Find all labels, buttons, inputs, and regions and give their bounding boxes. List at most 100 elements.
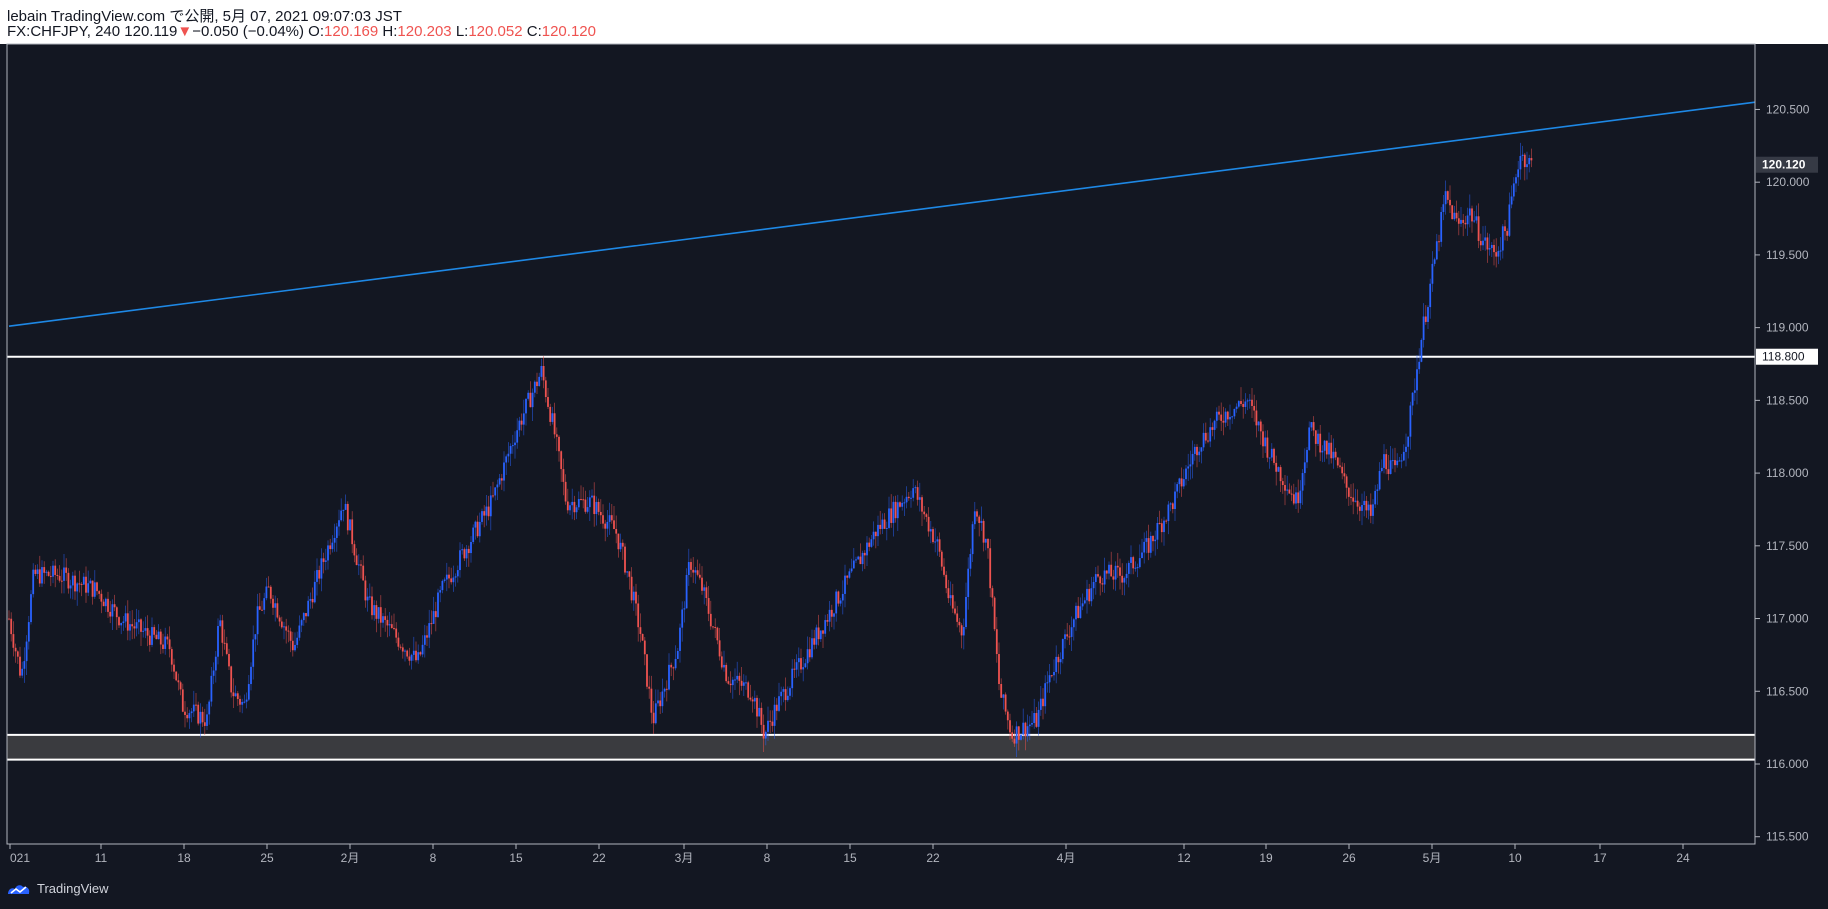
candle-body <box>538 376 541 387</box>
candle-body <box>767 720 769 732</box>
candle-body <box>184 711 186 715</box>
candle-body <box>641 633 644 641</box>
candle-body <box>1493 244 1495 253</box>
candle-body <box>344 503 347 510</box>
candle-body <box>1453 212 1456 220</box>
candle-body <box>186 714 189 719</box>
candle-body <box>1114 565 1117 580</box>
candle-body <box>819 630 822 640</box>
tradingview-logo-icon <box>8 884 30 894</box>
candle-body <box>335 526 338 538</box>
candle-body <box>969 554 972 569</box>
candle-body <box>958 621 961 626</box>
candle-body <box>646 654 648 687</box>
candle-body <box>1460 219 1462 224</box>
candle-body <box>1308 427 1311 450</box>
candle-body <box>474 521 477 528</box>
price-chart[interactable]: 115.500 116.000 116.500 117.000 117.500 118.0… <box>0 0 1828 909</box>
candle-body <box>324 560 327 562</box>
candle-body <box>679 627 681 651</box>
candle-body <box>1268 457 1271 459</box>
candle-body <box>190 711 193 714</box>
candle-body <box>989 548 992 589</box>
candle-body <box>159 631 162 645</box>
candle-body <box>916 487 919 500</box>
candle-body <box>628 571 631 577</box>
candle-body <box>338 520 340 527</box>
candle-body <box>250 666 252 685</box>
candle-body <box>982 520 985 543</box>
candle-body <box>1383 454 1385 468</box>
y-tick-label: 120.500 <box>1766 102 1810 116</box>
candle-body <box>1495 252 1498 257</box>
candle-body <box>1191 453 1194 465</box>
candle-body <box>448 574 450 579</box>
candle-body <box>223 642 226 644</box>
candle-body <box>751 699 754 702</box>
candle-body <box>571 501 574 506</box>
candle-body <box>804 663 807 668</box>
candle-body <box>1020 734 1022 740</box>
candle-body <box>1319 433 1322 453</box>
candle-body <box>1033 713 1036 724</box>
candle-body <box>1028 724 1031 727</box>
candle-body <box>38 569 41 584</box>
x-tick-label: 22 <box>926 851 940 865</box>
candle-body <box>342 509 345 511</box>
candle-body <box>144 628 147 631</box>
candle-body <box>258 606 261 610</box>
candle-body <box>910 497 912 499</box>
candle-body <box>298 625 301 638</box>
candle-body <box>861 552 864 565</box>
candle-body <box>74 575 76 592</box>
candle-body <box>14 647 17 652</box>
candle-body <box>888 508 890 528</box>
candle-body <box>212 670 215 676</box>
candle-body <box>1244 401 1247 407</box>
candle-body <box>815 627 818 645</box>
candle-body <box>595 501 598 515</box>
x-tick-label: 4月 <box>1057 851 1076 865</box>
candle-body <box>892 501 895 523</box>
candle-body <box>1057 656 1060 663</box>
candle-body <box>1075 605 1077 620</box>
candle-body <box>540 365 543 377</box>
candle-body <box>912 488 915 498</box>
candle-body <box>835 591 838 614</box>
candle-body <box>296 637 299 645</box>
candle-body <box>364 580 367 601</box>
candle-body <box>507 453 510 457</box>
candle-body <box>307 600 310 617</box>
candle-body <box>709 613 712 627</box>
candle-body <box>1422 316 1425 340</box>
tradingview-logo[interactable]: TradingView <box>6 881 109 896</box>
candle-body <box>1035 713 1038 727</box>
candle-body <box>624 546 626 573</box>
candle-body <box>379 607 382 623</box>
candle-body <box>1352 497 1355 502</box>
candle-body <box>85 576 87 593</box>
candle-body <box>1213 420 1216 430</box>
candle-body <box>1442 204 1445 212</box>
candle-body <box>877 524 879 537</box>
candle-body <box>1006 711 1009 721</box>
candle-body <box>890 508 893 523</box>
candle-body <box>778 696 780 711</box>
candle-body <box>793 668 796 670</box>
candle-body <box>485 506 488 516</box>
candle-body <box>313 581 316 603</box>
candle-body <box>1277 467 1280 472</box>
candle-body <box>1185 468 1187 480</box>
candle-body <box>1361 505 1363 511</box>
candle-body <box>533 381 536 393</box>
candle-body <box>302 613 305 621</box>
candle-body <box>498 478 501 485</box>
candle-body <box>67 572 70 589</box>
candle-body <box>1218 411 1220 415</box>
x-tick-label: 15 <box>509 851 523 865</box>
candle-body <box>1119 567 1121 576</box>
candle-body <box>346 503 349 531</box>
candle-body <box>764 731 767 739</box>
candle-body <box>419 652 422 655</box>
candle-body <box>201 711 204 723</box>
